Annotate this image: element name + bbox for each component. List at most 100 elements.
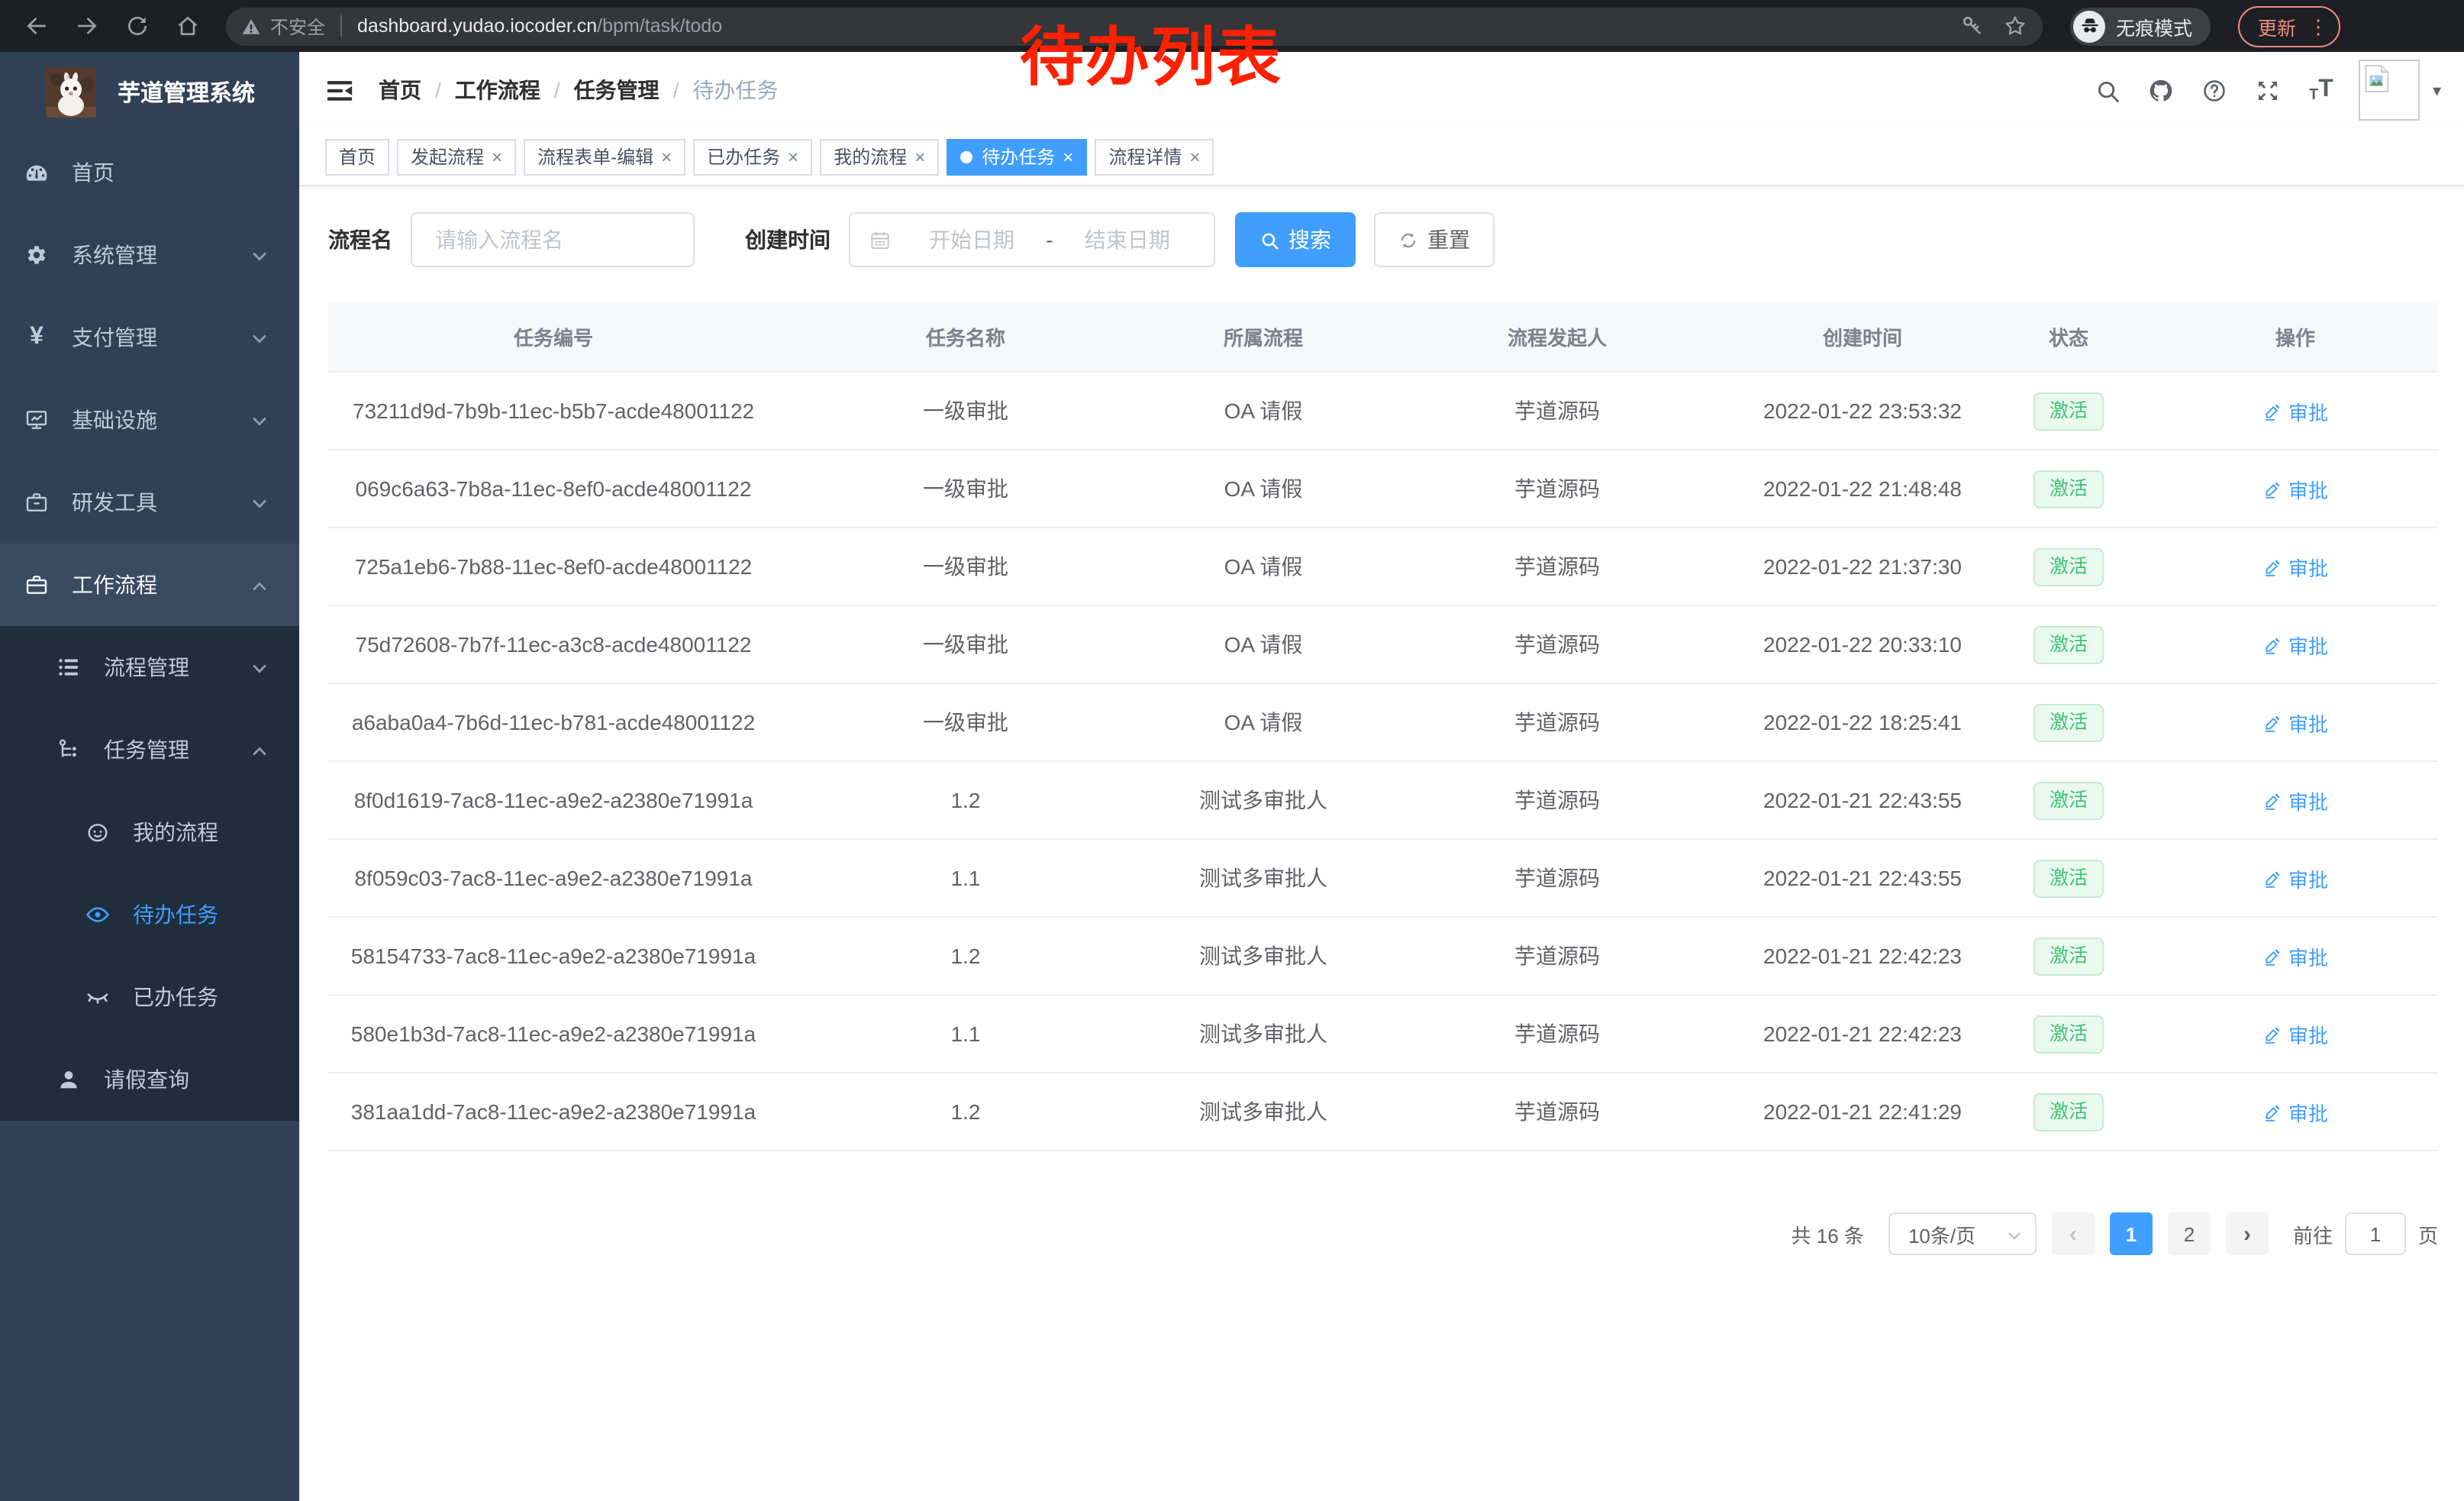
tab-close-icon[interactable]: × (914, 147, 925, 166)
sidebar-item-label: 流程管理 (104, 652, 189, 683)
sidebar-item-label: 待办任务 (133, 899, 218, 930)
back-icon[interactable] (23, 13, 49, 39)
forward-icon[interactable] (73, 13, 99, 39)
approve-link[interactable]: 审批 (2262, 1019, 2328, 1048)
cell-starter: 芋道源码 (1374, 450, 1740, 528)
cell-task-name: 一级审批 (779, 683, 1153, 761)
tab-label: 首页 (339, 144, 376, 169)
sidebar-item-devtools[interactable]: 研发工具 (0, 461, 299, 544)
warning-icon (241, 16, 261, 36)
approve-link[interactable]: 审批 (2262, 708, 2328, 737)
url-text: dashboard.yudao.iocoder.cn/bpm/task/todo (357, 15, 722, 37)
approve-link[interactable]: 审批 (2262, 630, 2328, 659)
tab-流程详情[interactable]: 流程详情× (1095, 138, 1214, 175)
tab-close-icon[interactable]: × (661, 147, 672, 166)
sidebar-item-my-process[interactable]: 我的流程 (0, 791, 299, 873)
sidebar-item-payment[interactable]: ¥支付管理 (0, 296, 299, 379)
font-size-icon[interactable]: TT (2308, 76, 2335, 104)
cell-task-name: 一级审批 (779, 528, 1153, 605)
sidebar-collapse-icon[interactable] (325, 76, 354, 105)
chevron-down-icon (250, 493, 269, 512)
date-range-picker[interactable]: 开始日期 - 结束日期 (849, 212, 1215, 267)
key-icon[interactable] (1960, 14, 1985, 38)
breadcrumb-separator: / (673, 78, 679, 102)
breadcrumb-item[interactable]: 任务管理 (574, 75, 660, 105)
approve-link[interactable]: 审批 (2262, 1097, 2328, 1126)
reload-icon[interactable] (124, 13, 150, 39)
cell-created: 2022-01-21 22:42:23 (1740, 917, 1985, 995)
tab-close-icon[interactable]: × (1063, 147, 1073, 166)
tree-icon (56, 738, 81, 762)
header-bar: 首页/工作流程/任务管理/待办任务 TT ▾ (299, 52, 2464, 128)
sidebar-item-leave-query[interactable]: 请假查询 (0, 1038, 299, 1121)
cell-status: 激活 (1985, 761, 2153, 839)
cell-created: 2022-01-22 18:25:41 (1740, 683, 1985, 761)
sidebar-item-task-mgmt[interactable]: 任务管理 (0, 709, 299, 791)
table-row: 580e1b3d-7ac8-11ec-a9e2-a2380e71991a1.1测… (328, 995, 2438, 1073)
sidebar-item-workflow[interactable]: 工作流程 (0, 544, 299, 626)
page-button-2[interactable]: 2 (2168, 1212, 2211, 1255)
approve-link[interactable]: 审批 (2262, 396, 2328, 425)
search-button[interactable]: 搜索 (1235, 212, 1356, 267)
page-button-1[interactable]: 1 (2110, 1212, 2153, 1255)
tab-我的流程[interactable]: 我的流程× (820, 138, 939, 175)
github-icon[interactable] (2147, 76, 2175, 104)
browser-update-button[interactable]: 更新 ⋮ (2238, 5, 2340, 47)
cell-task-name: 一级审批 (779, 605, 1153, 683)
incognito-icon (2073, 10, 2105, 42)
approve-link[interactable]: 审批 (2262, 786, 2328, 815)
approve-link[interactable]: 审批 (2262, 863, 2328, 893)
table-row: 069c6a63-7b8a-11ec-8ef0-acde48001122一级审批… (328, 450, 2438, 528)
help-icon[interactable] (2201, 76, 2228, 104)
approve-link[interactable]: 审批 (2262, 941, 2328, 970)
sidebar-item-label: 任务管理 (104, 734, 189, 765)
task-table: 任务编号任务名称所属流程流程发起人创建时间状态操作 73211d9d-7b9b-… (328, 302, 2438, 1151)
breadcrumb-item[interactable]: 工作流程 (455, 75, 540, 105)
breadcrumb-item[interactable]: 首页 (379, 75, 421, 105)
column-header: 所属流程 (1153, 302, 1374, 372)
tab-首页[interactable]: 首页 (325, 138, 389, 175)
tab-close-icon[interactable]: × (492, 147, 502, 166)
sidebar-item-home[interactable]: 首页 (0, 131, 299, 214)
refresh-icon (1398, 230, 1418, 250)
approve-link[interactable]: 审批 (2262, 474, 2328, 503)
avatar[interactable] (2359, 60, 2420, 121)
tab-已办任务[interactable]: 已办任务× (693, 138, 812, 175)
process-name-input[interactable] (411, 212, 695, 267)
cell-starter: 芋道源码 (1374, 839, 1740, 917)
tab-close-icon[interactable]: × (1189, 147, 1200, 166)
cell-action: 审批 (2153, 450, 2438, 528)
active-tab-dot (960, 150, 972, 163)
page-size-select[interactable]: 10条/页 (1888, 1212, 2037, 1255)
sidebar-item-todo-task[interactable]: 待办任务 (0, 873, 299, 956)
cell-starter: 芋道源码 (1374, 528, 1740, 605)
tab-待办任务[interactable]: 待办任务× (947, 138, 1087, 175)
search-icon[interactable] (2094, 76, 2121, 104)
prev-page-button[interactable]: ‹ (2052, 1212, 2095, 1255)
bookmark-star-icon[interactable] (2003, 14, 2027, 38)
app-logo-row[interactable]: 芋道管理系统 (0, 52, 299, 131)
breadcrumb-item: 待办任务 (692, 75, 778, 105)
sidebar-item-done-task[interactable]: 已办任务 (0, 956, 299, 1038)
approve-link[interactable]: 审批 (2262, 552, 2328, 581)
sidebar-item-system[interactable]: 系统管理 (0, 214, 299, 296)
fullscreen-icon[interactable] (2254, 76, 2282, 104)
cell-task-name: 1.1 (779, 839, 1153, 917)
tab-流程表单-编辑[interactable]: 流程表单-编辑× (524, 138, 685, 175)
avatar-caret-icon[interactable]: ▾ (2433, 80, 2441, 100)
cell-status: 激活 (1985, 528, 2153, 605)
tab-发起流程[interactable]: 发起流程× (397, 138, 516, 175)
sidebar-item-infra[interactable]: 基础设施 (0, 379, 299, 461)
next-page-button[interactable]: › (2226, 1212, 2269, 1255)
tab-close-icon[interactable]: × (788, 147, 798, 166)
cell-status: 激活 (1985, 683, 2153, 761)
reset-button[interactable]: 重置 (1374, 212, 1495, 267)
app-logo-rabbit-image (46, 66, 96, 117)
home-icon[interactable] (174, 13, 200, 39)
goto-page-input[interactable] (2345, 1212, 2406, 1255)
cell-task-name: 1.2 (779, 917, 1153, 995)
sidebar-item-label: 首页 (72, 157, 114, 188)
browser-menu-icon[interactable]: ⋮ (2308, 16, 2328, 36)
sidebar-item-process-mgmt[interactable]: 流程管理 (0, 626, 299, 709)
gear-icon (24, 243, 49, 267)
